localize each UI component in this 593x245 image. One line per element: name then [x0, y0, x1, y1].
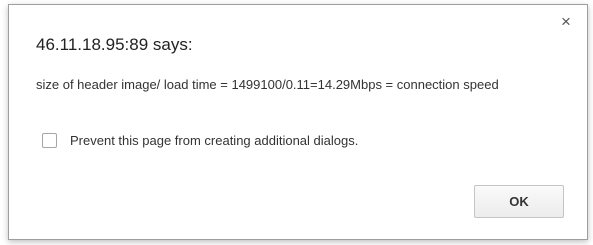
prevent-dialogs-option[interactable]: Prevent this page from creating addition…: [42, 131, 358, 149]
ok-button[interactable]: OK: [474, 185, 564, 218]
dialog-message: size of header image/ load time = 149910…: [36, 77, 499, 92]
prevent-dialogs-label: Prevent this page from creating addition…: [70, 132, 359, 148]
alert-dialog: × 46.11.18.95:89 says: size of header im…: [8, 4, 588, 240]
dialog-title: 46.11.18.95:89 says:: [36, 35, 193, 54]
prevent-dialogs-checkbox[interactable]: [42, 132, 57, 148]
close-icon[interactable]: ×: [557, 13, 575, 31]
